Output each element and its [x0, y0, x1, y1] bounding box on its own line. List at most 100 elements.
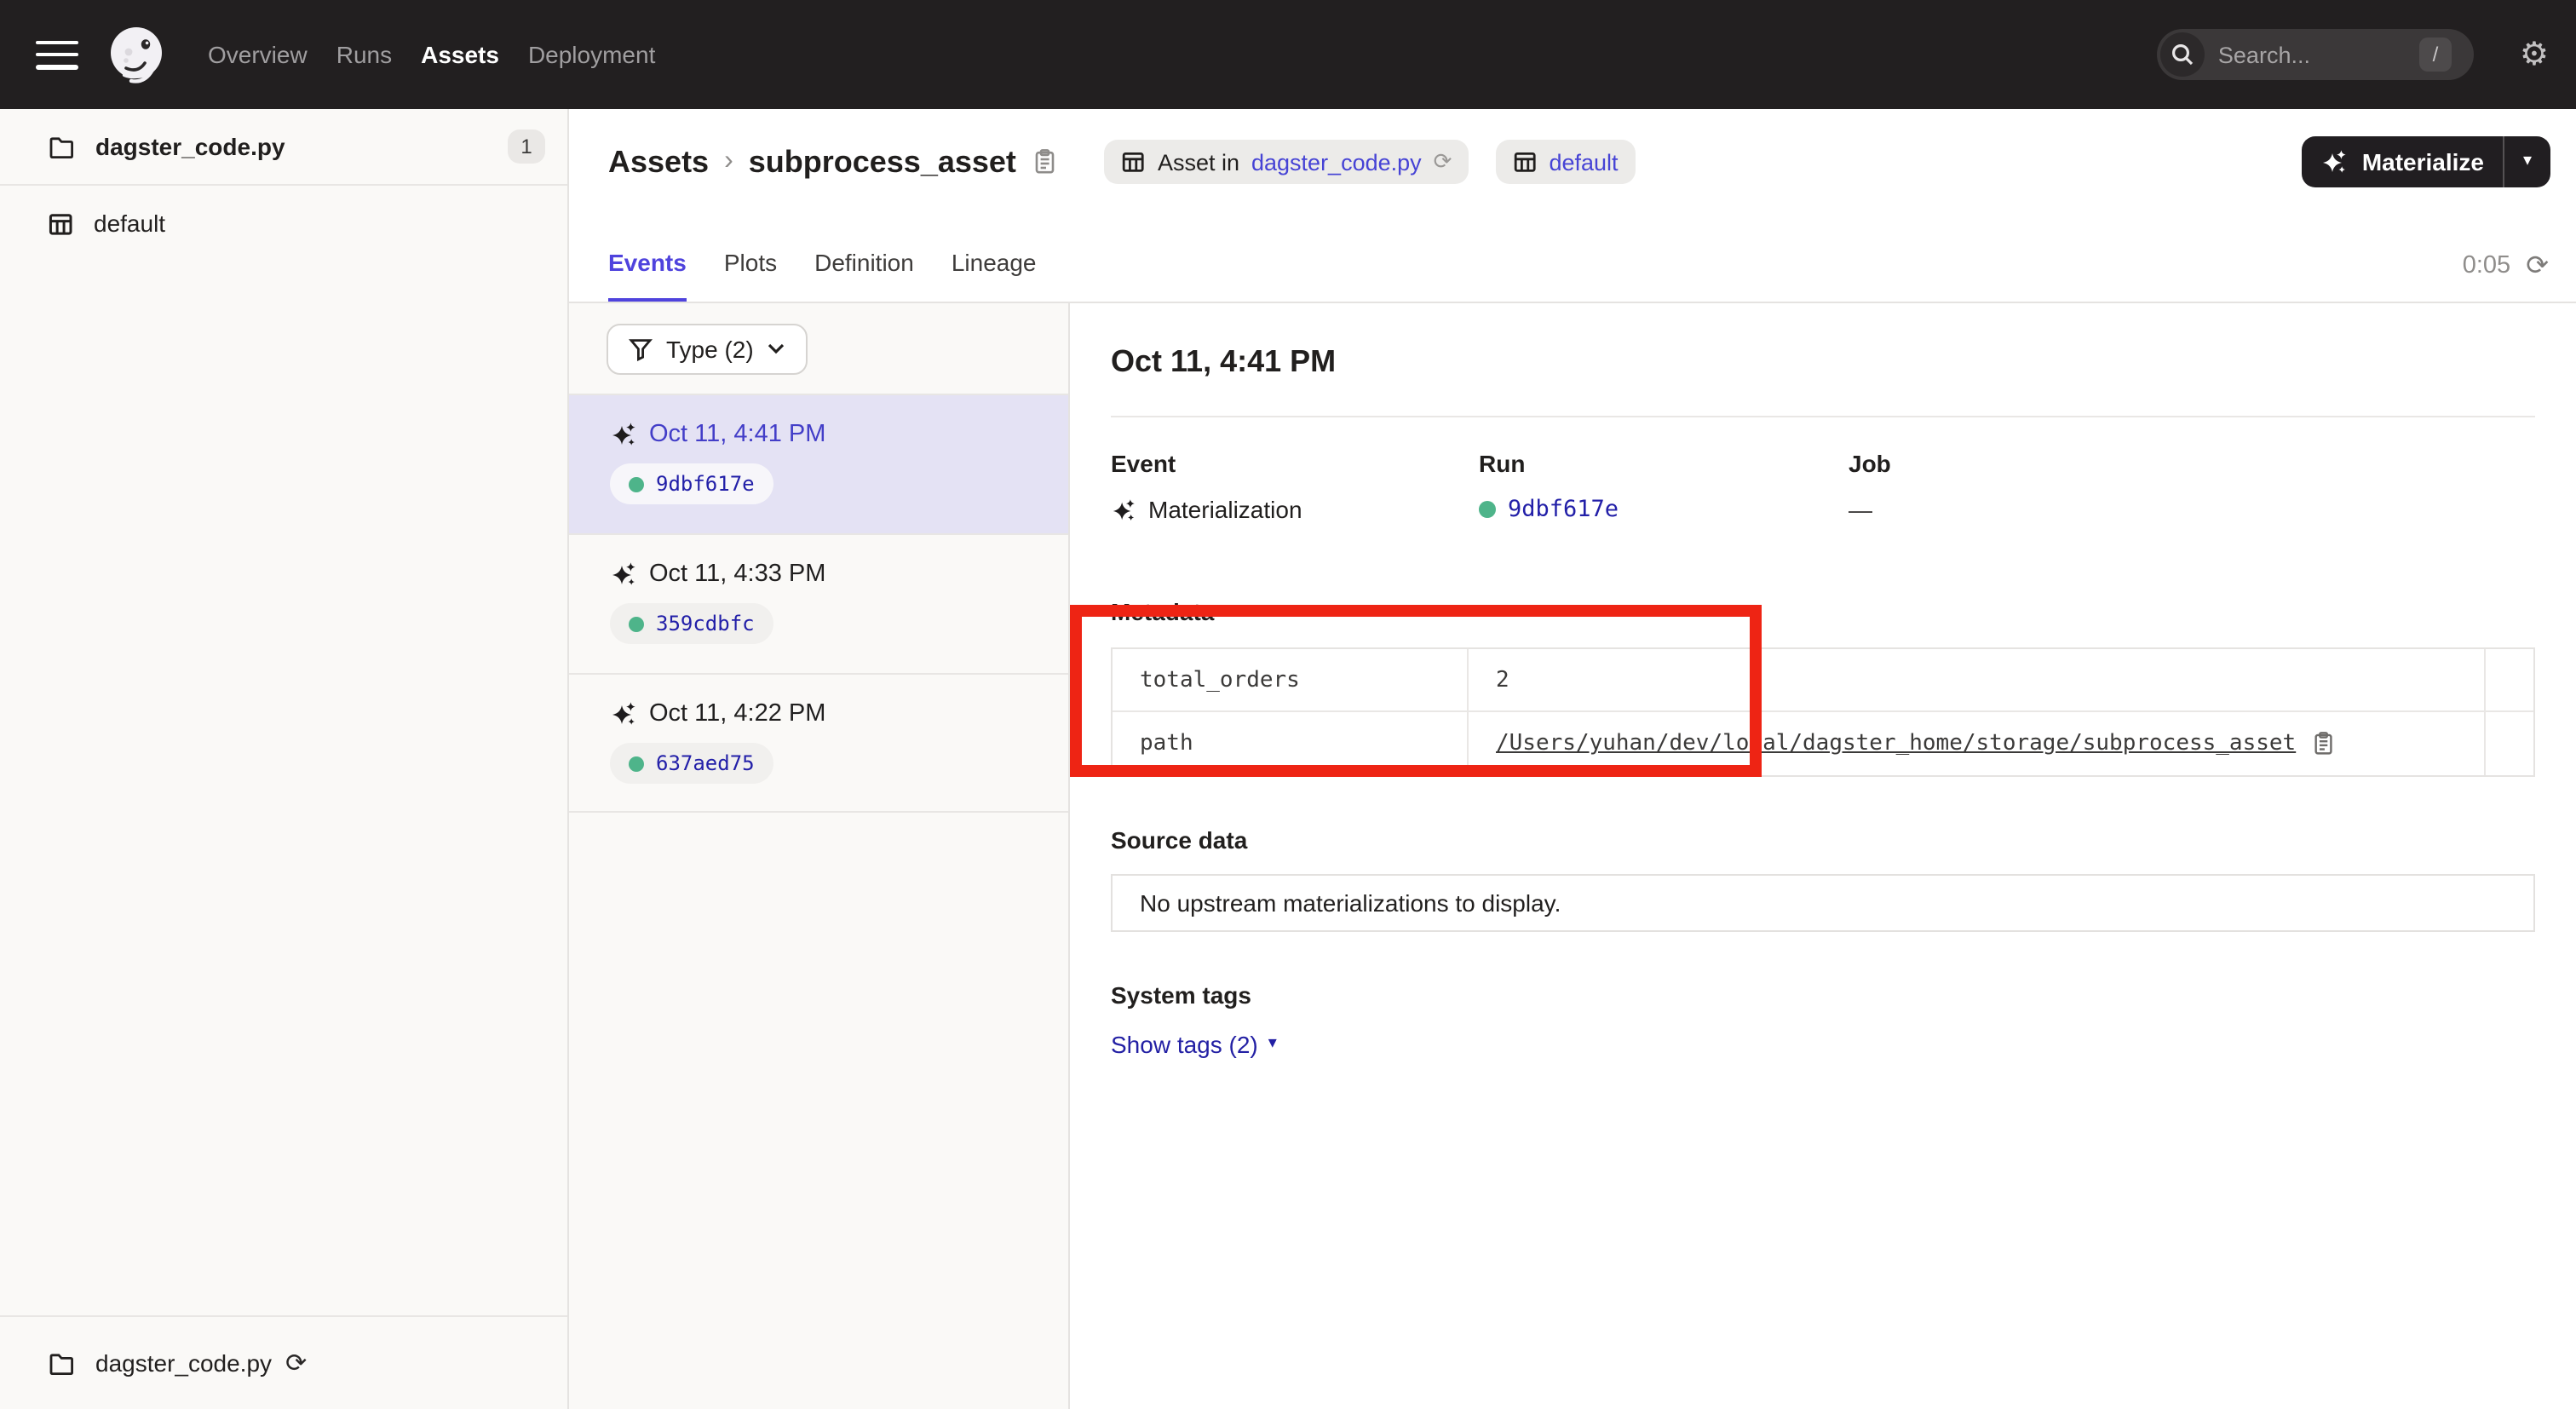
- dagster-logo-icon[interactable]: [104, 22, 169, 87]
- main-area: Assets › subprocess_asset Asset in dagst…: [569, 109, 2576, 1409]
- page-title: subprocess_asset: [749, 144, 1016, 180]
- table-icon: [1122, 150, 1146, 174]
- path-link[interactable]: /Users/yuhan/dev/local/dagster_home/stor…: [1496, 731, 2296, 756]
- materialize-dropdown-caret[interactable]: ▾: [2504, 136, 2550, 187]
- nav-item-overview[interactable]: Overview: [208, 41, 308, 68]
- metadata-value-cell: /Users/yuhan/dev/local/dagster_home/stor…: [1469, 712, 2486, 775]
- run-id-pill[interactable]: 9dbf617e: [610, 463, 773, 504]
- copy-path-icon[interactable]: [2311, 731, 2335, 756]
- type-filter-button[interactable]: Type (2): [607, 323, 808, 374]
- run-status-dot: [1479, 501, 1496, 518]
- run-status-dot: [629, 476, 644, 492]
- type-filter-label: Type (2): [666, 335, 754, 362]
- refresh-code-location-icon[interactable]: ⟳: [1434, 151, 1452, 173]
- event-list-item[interactable]: Oct 11, 4:33 PM 359cdbfc: [569, 533, 1068, 673]
- sidebar-footer-label: dagster_code.py: [95, 1349, 272, 1377]
- source-data-empty-box: No upstream materializations to display.: [1111, 874, 2535, 932]
- event-date: Oct 11, 4:22 PM: [649, 700, 825, 728]
- tab-events[interactable]: Events: [608, 249, 687, 302]
- folder-icon: [48, 134, 75, 159]
- nav-item-runs[interactable]: Runs: [336, 41, 392, 68]
- metadata-key: total_orders: [1140, 667, 1300, 693]
- system-tags-section: System tags Show tags (2) ▾: [1111, 981, 2535, 1061]
- asset-badges: Asset in dagster_code.py ⟳ default: [1105, 140, 1636, 184]
- run-id: 359cdbfc: [656, 612, 755, 635]
- materialization-sparkle-icon: [1111, 497, 1136, 522]
- table-icon: [1513, 150, 1537, 174]
- show-tags-toggle[interactable]: Show tags (2) ▾: [1111, 1031, 1277, 1058]
- tab-plots[interactable]: Plots: [724, 249, 777, 302]
- event-info-grid: Event Materialization Run: [1111, 450, 2535, 523]
- event-list-item[interactable]: Oct 11, 4:22 PM 637aed75: [569, 673, 1068, 813]
- sidebar-item-code-location[interactable]: dagster_code.py 1: [0, 109, 567, 186]
- event-list-panel: Type (2) Oct 11, 4:41 PM: [569, 303, 1070, 1409]
- run-label: Run: [1479, 450, 1849, 477]
- page-header: Assets › subprocess_asset Asset in dagst…: [569, 109, 2576, 215]
- run-column: Run 9dbf617e: [1479, 450, 1849, 523]
- tab-lineage[interactable]: Lineage: [952, 249, 1037, 302]
- sparkle-icon: [2321, 148, 2349, 175]
- metadata-heading: Metadata: [1111, 598, 2535, 625]
- job-empty-value: —: [1849, 496, 1872, 523]
- breadcrumb-assets-link[interactable]: Assets: [608, 144, 709, 180]
- search-placeholder: Search...: [2218, 42, 2310, 67]
- refresh-icon[interactable]: ⟳: [2526, 252, 2549, 279]
- metadata-extra-cell: [2486, 649, 2533, 712]
- run-status-dot: [629, 616, 644, 631]
- system-tags-heading: System tags: [1111, 981, 2535, 1009]
- metadata-value: 2: [1496, 667, 1509, 693]
- reload-code-location-icon[interactable]: ⟳: [285, 1350, 307, 1376]
- run-id-pill[interactable]: 359cdbfc: [610, 603, 773, 644]
- source-data-empty-message: No upstream materializations to display.: [1140, 889, 1561, 917]
- show-tags-label: Show tags (2): [1111, 1031, 1258, 1058]
- nav-item-assets[interactable]: Assets: [421, 41, 499, 68]
- hamburger-menu-icon[interactable]: [36, 40, 78, 69]
- sidebar-item-label: dagster_code.py: [95, 133, 285, 160]
- event-detail-heading: Oct 11, 4:41 PM: [1111, 344, 2535, 380]
- sidebar-group-label: default: [94, 210, 165, 237]
- group-badge: default: [1496, 140, 1635, 184]
- copy-asset-name-icon[interactable]: [1033, 148, 1059, 175]
- tabs: Events Plots Definition Lineage: [608, 249, 1037, 302]
- run-id: 9dbf617e: [656, 472, 755, 496]
- materialization-sparkle-icon: [610, 561, 637, 588]
- code-location-link[interactable]: dagster_code.py: [1251, 149, 1422, 175]
- asset-in-badge: Asset in dagster_code.py ⟳: [1105, 140, 1469, 184]
- source-data-heading: Source data: [1111, 826, 2535, 854]
- divider: [1111, 416, 2535, 417]
- event-list-item[interactable]: Oct 11, 4:41 PM 9dbf617e: [569, 394, 1068, 533]
- refresh-countdown: 0:05: [2463, 252, 2510, 279]
- asset-in-prefix: Asset in: [1158, 149, 1239, 175]
- chevron-down-icon: [768, 342, 786, 354]
- sidebar-item-group-default[interactable]: default: [0, 186, 567, 261]
- asset-count-badge: 1: [508, 129, 545, 164]
- run-id-link[interactable]: 9dbf617e: [1508, 496, 1619, 523]
- job-label: Job: [1849, 450, 2535, 477]
- run-id-pill[interactable]: 637aed75: [610, 743, 773, 784]
- primary-nav: Overview Runs Assets Deployment: [208, 41, 655, 68]
- metadata-key: path: [1140, 731, 1193, 756]
- sidebar: dagster_code.py 1 default dagster_code.p…: [0, 109, 569, 1409]
- gear-icon[interactable]: ⚙: [2520, 38, 2549, 71]
- folder-icon: [48, 1350, 75, 1376]
- metadata-extra-cell: [2486, 712, 2533, 775]
- run-id: 637aed75: [656, 751, 755, 775]
- content: Type (2) Oct 11, 4:41 PM: [569, 303, 2576, 1409]
- metadata-table: total_orders 2 path /Users/yuhan/dev/loc…: [1111, 647, 2535, 777]
- tab-definition[interactable]: Definition: [814, 249, 914, 302]
- metadata-key-cell: path: [1113, 712, 1469, 775]
- materialize-button[interactable]: Materialize: [2303, 136, 2503, 187]
- group-link[interactable]: default: [1549, 149, 1618, 175]
- breadcrumb: Assets › subprocess_asset Asset in dagst…: [608, 140, 1636, 184]
- search-input[interactable]: Search... /: [2157, 29, 2474, 80]
- event-date: Oct 11, 4:33 PM: [649, 561, 825, 588]
- tabs-row: Events Plots Definition Lineage 0:05 ⟳: [569, 215, 2576, 303]
- asset-group-icon: [48, 210, 73, 236]
- nav-item-deployment[interactable]: Deployment: [528, 41, 655, 68]
- breadcrumb-separator: ›: [724, 147, 733, 177]
- nav-right-group: Search... / ⚙: [2157, 29, 2549, 80]
- top-nav: Overview Runs Assets Deployment Search..…: [0, 0, 2576, 109]
- filter-funnel-icon: [629, 336, 653, 360]
- caret-down-icon: ▾: [1268, 1036, 1277, 1053]
- search-icon: [2160, 32, 2205, 77]
